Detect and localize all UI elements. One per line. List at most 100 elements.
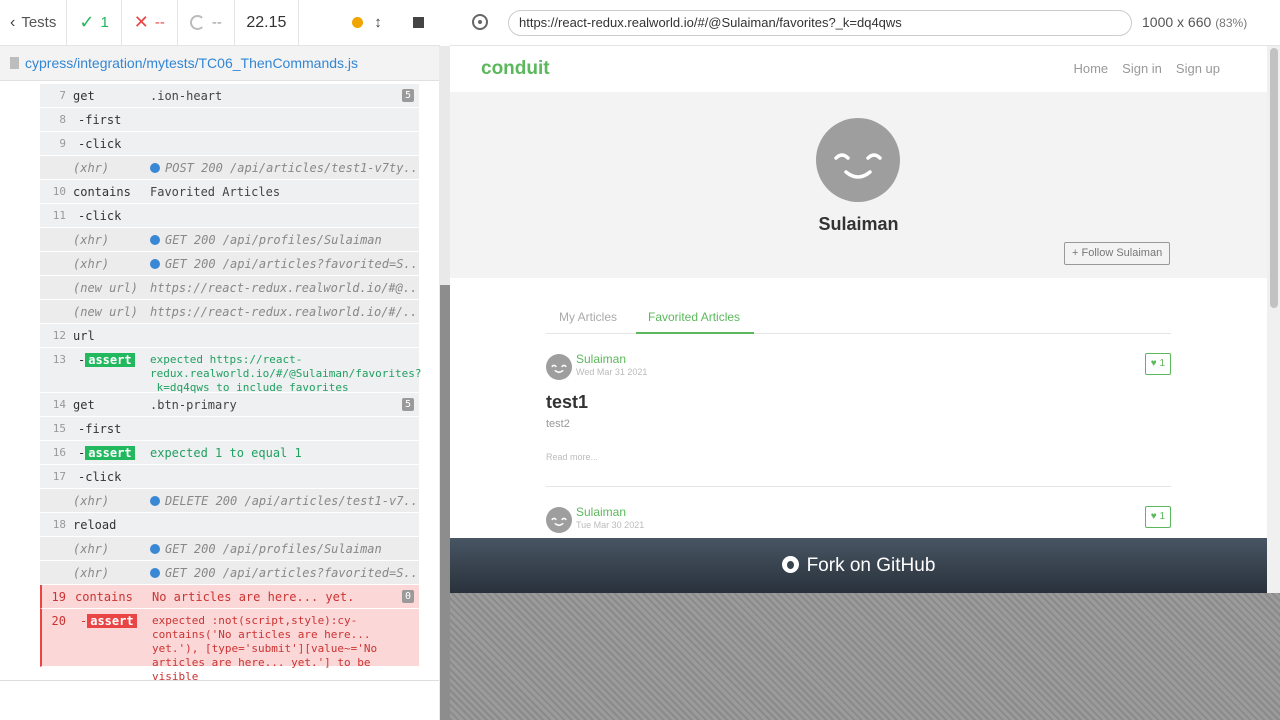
command-row[interactable]: 19 contains No articles are here... yet. 0: [40, 585, 419, 609]
x-icon: ✕: [133, 12, 149, 32]
nav-sign-in[interactable]: Sign in: [1122, 61, 1162, 76]
article-author[interactable]: Sulaiman: [576, 505, 626, 519]
command-message: https://react-redux.realworld.io/#/...: [150, 305, 416, 319]
command-name: (xhr): [73, 542, 110, 556]
viewport-zoom: (83%): [1215, 16, 1248, 30]
command-line-number: 18: [52, 518, 66, 531]
command-message: https://react-redux.realworld.io/#@...: [150, 281, 416, 295]
command-line-number: 10: [52, 185, 66, 198]
author-avatar[interactable]: [546, 507, 572, 533]
command-row[interactable]: (new url) https://react-redux.realworld.i…: [40, 276, 419, 300]
follow-button[interactable]: + Follow Sulaiman: [1064, 242, 1171, 265]
command-message: DELETE 200 /api/articles/test1-v7...: [150, 494, 416, 508]
command-message: No articles are here... yet.: [152, 590, 418, 604]
pending-circle-icon: [189, 15, 205, 30]
github-icon: [781, 556, 799, 573]
app-brand[interactable]: conduit: [481, 58, 550, 80]
command-row[interactable]: 12 url: [40, 324, 419, 348]
passed-value: 1: [100, 14, 109, 31]
failed-count: ✕ --: [122, 0, 178, 45]
heart-icon: ♥: [1150, 358, 1157, 369]
command-message: POST 200 /api/articles/test1-v7ty...: [150, 161, 416, 175]
command-message-text: POST 200 /api/articles/test1-v7ty...: [165, 161, 416, 175]
read-more-link[interactable]: Read more...: [546, 452, 598, 462]
favorite-button[interactable]: ♥ 1: [1144, 506, 1171, 528]
command-name: -first: [78, 422, 122, 436]
spec-path-link[interactable]: cypress/integration/mytests/TC06_ThenCom…: [25, 55, 358, 71]
command-name: (xhr): [73, 494, 110, 508]
command-name: contains: [73, 185, 131, 199]
command-message-text: GET 200 /api/profiles/Sulaiman: [165, 542, 382, 556]
smiley-avatar-icon: [551, 517, 567, 527]
command-row[interactable]: 17 -click: [40, 465, 419, 489]
command-row[interactable]: 18 reload: [40, 513, 419, 537]
command-row[interactable]: (xhr) DELETE 200 /api/articles/test1-v7..…: [40, 489, 419, 513]
command-name: - assert: [80, 614, 137, 628]
command-message: GET 200 /api/profiles/Sulaiman: [150, 233, 416, 247]
selector-playground-icon[interactable]: [472, 14, 488, 30]
element-count-badge: 5: [401, 89, 414, 102]
cypress-runner-panel: ‹ Tests ✓ 1 ✕ -- -- 22.15 ↕ cypress/inte…: [0, 0, 440, 720]
xhr-status-dot-icon: [150, 568, 160, 578]
command-row[interactable]: 15 -first: [40, 417, 419, 441]
runner-footer: [0, 680, 440, 720]
command-row[interactable]: (xhr) GET 200 /api/profiles/Sulaiman: [40, 228, 419, 252]
article-title[interactable]: test1: [546, 392, 588, 413]
command-row[interactable]: 14 get .btn-primary 5: [40, 393, 419, 417]
command-line-number: 16: [52, 446, 66, 459]
command-row[interactable]: (xhr) GET 200 /api/profiles/Sulaiman: [40, 537, 419, 561]
element-count-badge: 5: [401, 398, 414, 411]
nav-sign-up[interactable]: Sign up: [1176, 61, 1220, 76]
command-row[interactable]: (xhr) GET 200 /api/articles?favorited=S..…: [40, 252, 419, 276]
command-message-text: GET 200 /api/profiles/Sulaiman: [165, 233, 382, 247]
stop-icon[interactable]: [413, 17, 424, 28]
command-row[interactable]: 16 - assert expected 1 to equal 1: [40, 441, 419, 465]
command-row[interactable]: 11 -click: [40, 204, 419, 228]
aut-header: https://react-redux.realworld.io/#/@Sula…: [450, 0, 1280, 46]
profile-avatar: [816, 118, 900, 202]
command-message: .btn-primary: [150, 398, 416, 412]
command-line-number: 8: [59, 113, 66, 126]
passed-count: ✓ 1: [67, 0, 122, 45]
element-count-badge: 0: [401, 590, 414, 603]
aut-iframe: conduit Home Sign in Sign up Sulaiman + …: [450, 46, 1267, 538]
article-date: Wed Mar 31 2021: [576, 367, 648, 377]
aut-url-field[interactable]: https://react-redux.realworld.io/#/@Sula…: [508, 10, 1132, 36]
command-row[interactable]: 7 get .ion-heart 5: [40, 84, 419, 108]
favorite-count: 1: [1159, 511, 1165, 522]
xhr-status-dot-icon: [150, 259, 160, 269]
fork-on-github-banner[interactable]: Fork on GitHub: [450, 538, 1267, 593]
favorite-button[interactable]: ♥ 1: [1144, 353, 1171, 375]
aut-scrollbar-thumb[interactable]: [1270, 48, 1278, 308]
command-row[interactable]: (xhr) POST 200 /api/articles/test1-v7ty..…: [40, 156, 419, 180]
command-line-number: 11: [52, 209, 66, 222]
xhr-status-dot-icon: [150, 235, 160, 245]
command-row[interactable]: 9 -click: [40, 132, 419, 156]
command-row[interactable]: 13 - assert expected https://react-redux.re…: [40, 348, 422, 394]
command-name: -click: [78, 137, 122, 151]
command-row[interactable]: (xhr) GET 200 /api/articles?favorited=S..…: [40, 561, 419, 585]
article-author[interactable]: Sulaiman: [576, 352, 626, 366]
command-list: 7 get .ion-heart 5 8 -first 9 -click (xhr) POST 2…: [40, 84, 422, 681]
command-message-text: .btn-primary: [150, 398, 237, 412]
command-name: url: [73, 329, 95, 343]
command-name: contains: [75, 590, 133, 604]
author-avatar[interactable]: [546, 354, 572, 380]
command-name: -first: [78, 113, 122, 127]
command-row[interactable]: (new url) https://react-redux.realworld.i…: [40, 300, 419, 324]
tests-back-button[interactable]: ‹ Tests: [0, 0, 68, 45]
auto-scroll-toggle-icon[interactable]: ↕: [371, 14, 385, 31]
command-name: (new url): [73, 281, 139, 295]
command-row[interactable]: 8 -first: [40, 108, 419, 132]
command-line-number: 7: [59, 89, 66, 102]
command-row[interactable]: 10 contains Favorited Articles: [40, 180, 419, 204]
favorite-count: 1: [1159, 358, 1165, 369]
command-log-scrollbar-thumb[interactable]: [440, 285, 450, 720]
tab-my-articles[interactable]: My Articles: [559, 310, 617, 324]
tab-favorited-articles[interactable]: Favorited Articles: [636, 306, 755, 334]
fork-label: Fork on GitHub: [806, 555, 936, 576]
nav-home[interactable]: Home: [1073, 61, 1108, 76]
assert-message: expected :not(script,style):cy-contains(…: [152, 614, 378, 681]
command-log: 7 get .ion-heart 5 8 -first 9 -click (xhr) POST 2…: [0, 81, 440, 681]
command-row[interactable]: 20 - assert expected :not(script,style):cy-…: [40, 609, 419, 681]
